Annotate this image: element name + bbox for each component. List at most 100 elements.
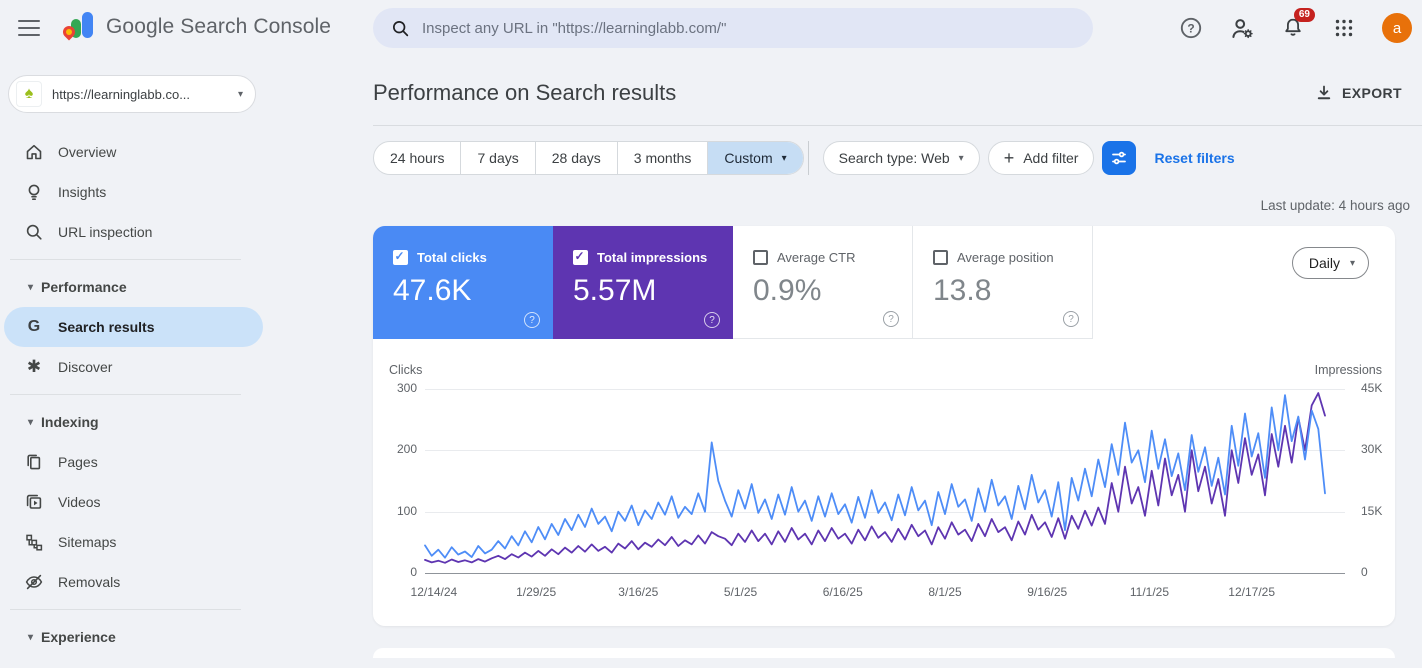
sidebar-section-performance[interactable]: ▾ Performance (0, 267, 300, 307)
video-icon (24, 492, 44, 512)
x-axis-tick: 8/1/25 (928, 585, 962, 599)
right-axis-tick: 45K (1361, 381, 1383, 395)
sidebar-item-pages[interactable]: Pages (0, 442, 259, 482)
app-title: Google Search Console (106, 15, 332, 38)
sidebar-item-sitemaps[interactable]: Sitemaps (0, 522, 259, 562)
sidebar-item-videos[interactable]: Videos (0, 482, 259, 522)
checkbox-unchecked-icon[interactable] (933, 250, 948, 265)
notification-count-badge: 69 (1293, 8, 1315, 22)
gsc-logo[interactable]: Google Search Console (60, 10, 332, 44)
search-type-label: Search type: Web (838, 150, 950, 166)
reset-filters-link[interactable]: Reset filters (1154, 150, 1234, 166)
pages-icon (24, 452, 44, 472)
date-range-24-hours[interactable]: 24 hours (374, 142, 460, 174)
chart-lines (424, 392, 1326, 564)
sidebar-item-url-inspection[interactable]: URL inspection (0, 212, 259, 252)
sidebar-item-label: Insights (58, 184, 107, 200)
property-selector[interactable]: ♠ https://learninglabb.co... ▾ (8, 75, 256, 113)
user-settings-icon[interactable] (1229, 15, 1255, 41)
sitemap-tree-icon (24, 532, 44, 552)
eye-off-icon (24, 572, 44, 592)
home-icon (24, 142, 44, 162)
granularity-label: Daily (1308, 255, 1340, 271)
url-inspection-searchbar[interactable] (373, 8, 1093, 48)
chevron-down-icon: ▾ (237, 88, 243, 100)
add-filter-button[interactable]: + Add filter (987, 141, 1095, 175)
x-axis-tick: 6/16/25 (822, 585, 863, 599)
google-apps-grid-icon[interactable] (1331, 15, 1357, 41)
account-avatar[interactable]: a (1382, 13, 1412, 43)
metric-card-average-ctr[interactable]: Average CTR 0.9% ? (733, 226, 913, 339)
sidebar-section-label: Performance (41, 279, 127, 295)
metric-value: 0.9% (753, 274, 822, 307)
x-axis-tick: 11/1/25 (1129, 585, 1170, 599)
export-button[interactable]: EXPORT (1315, 84, 1402, 102)
sidebar-item-insights[interactable]: Insights (0, 172, 259, 212)
date-range-28-days[interactable]: 28 days (534, 142, 617, 174)
right-axis-tick: 30K (1361, 442, 1383, 457)
search-type-filter[interactable]: Search type: Web ▾ (822, 141, 980, 175)
metric-card-total-clicks[interactable]: Total clicks 47.6K ? (373, 226, 553, 339)
date-range-7-days[interactable]: 7 days (460, 142, 534, 174)
main-content: Performance on Search results EXPORT 24 … (373, 56, 1422, 668)
search-input[interactable] (422, 19, 1075, 37)
metric-card-average-position[interactable]: Average position 13.8 ? (913, 226, 1093, 339)
chevron-down-icon: ▾ (28, 631, 34, 643)
checkbox-checked-icon[interactable] (573, 249, 588, 265)
checkbox-unchecked-icon[interactable] (753, 250, 768, 265)
sidebar-section-experience[interactable]: ▾ Experience (0, 617, 300, 657)
sidebar-item-label: URL inspection (58, 224, 153, 240)
help-icon[interactable]: ? (524, 312, 540, 328)
date-range-custom[interactable]: Custom ▾ (707, 142, 803, 174)
sidebar-item-search-results[interactable]: G Search results (4, 307, 263, 347)
sidebar-divider (10, 609, 241, 610)
menu-icon[interactable] (18, 16, 44, 40)
date-range-3-months[interactable]: 3 months (616, 142, 708, 174)
left-axis-tick: 300 (396, 381, 417, 395)
filter-tune-button[interactable] (1102, 141, 1137, 175)
metric-value: 13.8 (933, 274, 992, 307)
custom-label: Custom (724, 150, 773, 166)
sidebar-item-overview[interactable]: Overview (0, 132, 259, 172)
sidebar-item-removals[interactable]: Removals (0, 562, 259, 602)
granularity-dropdown[interactable]: Daily ▾ (1291, 247, 1369, 279)
checkbox-checked-icon[interactable] (393, 249, 408, 265)
sidebar-section-label: Indexing (41, 414, 99, 430)
notifications-bell-icon[interactable]: 69 (1280, 8, 1315, 41)
metric-card-total-impressions[interactable]: Total impressions 5.57M ? (553, 226, 733, 339)
performance-card: Total clicks 47.6K ? Total impressions 5… (373, 226, 1395, 626)
help-icon[interactable]: ? (1063, 311, 1079, 327)
left-axis-tick: 100 (396, 503, 417, 518)
sidebar-section-label: Experience (41, 629, 116, 645)
metric-label: Total impressions (597, 250, 708, 265)
svg-text:?: ? (1187, 21, 1194, 35)
last-update-text: Last update: 4 hours ago (1260, 198, 1410, 213)
x-axis-tick: 12/17/25 (1228, 585, 1276, 599)
performance-chart[interactable]: Clicks Impressions 0 100 200 300 0 15K 30K 45K 1… (373, 339, 1395, 626)
metric-label: Average position (957, 250, 1054, 265)
help-icon[interactable]: ? (704, 312, 720, 328)
sidebar-item-discover[interactable]: ✱ Discover (0, 347, 259, 387)
search-icon (24, 222, 44, 242)
sidebar-item-label: Search results (58, 319, 155, 335)
x-axis-tick: 3/16/25 (618, 585, 659, 599)
lightbulb-icon (24, 182, 44, 202)
discover-asterisk-icon: ✱ (26, 357, 42, 376)
add-filter-label: Add filter (1023, 150, 1079, 166)
sidebar-item-label: Videos (58, 494, 101, 510)
left-axis-title: Clicks (389, 363, 423, 377)
top-bar: Google Search Console ? 69 a (0, 0, 1422, 56)
download-icon (1317, 85, 1331, 100)
x-axis-tick: 9/16/25 (1027, 585, 1068, 599)
page-title: Performance on Search results (373, 80, 677, 105)
property-favicon: ♠ (16, 81, 42, 107)
sidebar-item-label: Pages (58, 454, 98, 470)
left-axis-tick: 200 (396, 442, 417, 457)
sidebar-item-label: Overview (58, 144, 117, 160)
sidebar-section-indexing[interactable]: ▾ Indexing (0, 402, 300, 442)
help-icon[interactable]: ? (1178, 15, 1204, 41)
help-icon[interactable]: ? (883, 311, 899, 327)
chevron-down-icon: ▾ (28, 416, 34, 428)
sidebar-divider (10, 259, 241, 260)
sidebar-item-label: Removals (58, 574, 121, 590)
